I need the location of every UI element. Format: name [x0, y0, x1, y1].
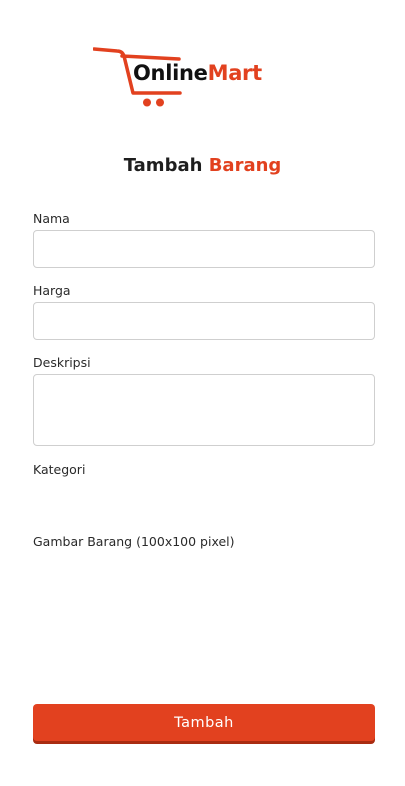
brand-logo: OnlineMart [93, 45, 283, 109]
tambah-button[interactable]: Tambah [33, 704, 375, 741]
harga-label: Harga [33, 283, 71, 298]
deskripsi-textarea[interactable] [33, 374, 375, 446]
brand-name-part1: Online [133, 61, 208, 85]
brand-name: OnlineMart [133, 59, 262, 87]
gambar-label: Gambar Barang (100x100 pixel) [33, 534, 235, 549]
page-title-part1: Tambah [123, 155, 203, 176]
kategori-label: Kategori [33, 462, 86, 477]
deskripsi-label: Deskripsi [33, 355, 91, 370]
nama-input[interactable] [33, 230, 375, 268]
nama-label: Nama [33, 211, 70, 226]
brand-name-part2: Mart [207, 61, 263, 85]
page-title: Tambah Barang [0, 154, 405, 178]
harga-input[interactable] [33, 302, 375, 340]
page-title-part2: Barang [208, 155, 282, 176]
